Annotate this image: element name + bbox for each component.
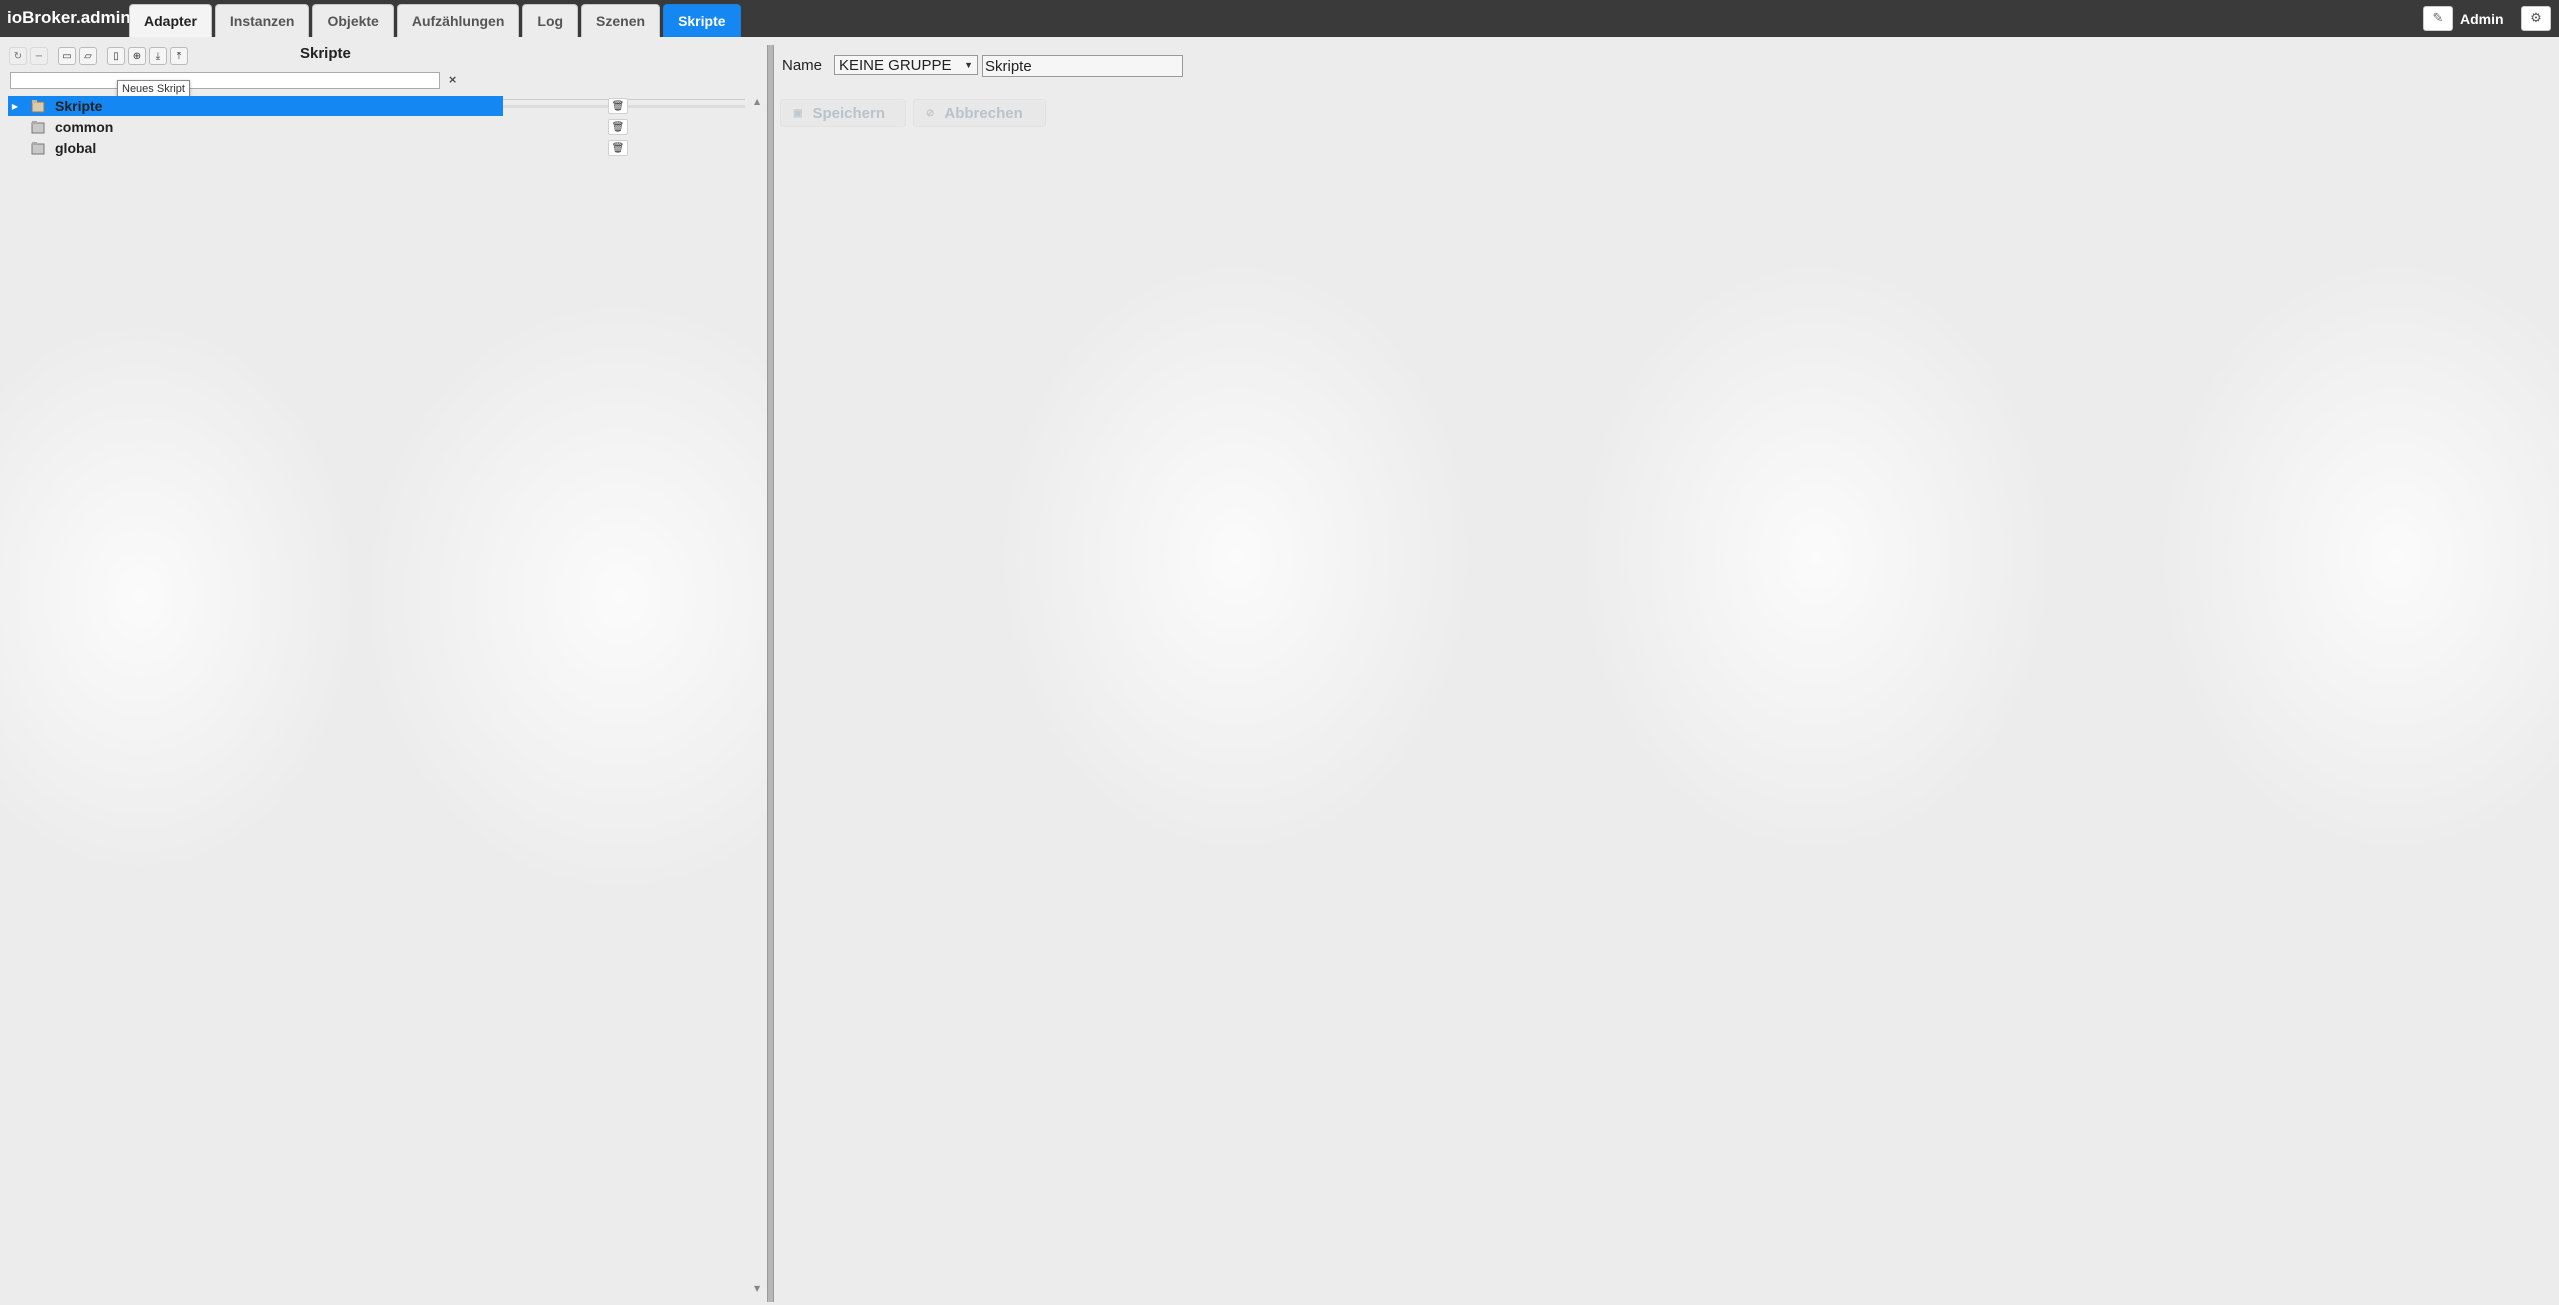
script-name-field[interactable]: Skripte — [982, 55, 1183, 77]
refresh-button[interactable]: ↻ — [9, 47, 27, 65]
save-icon: ▣ — [793, 107, 803, 119]
tree-row-common[interactable]: common 🗑 — [8, 117, 745, 137]
import-button[interactable]: ⤓ — [149, 47, 167, 65]
export-button[interactable]: ⤒ — [170, 47, 188, 65]
tab-szenen[interactable]: Szenen — [581, 4, 661, 37]
expand-arrow-icon[interactable]: ▶ — [8, 102, 22, 111]
add-circle-icon: ⊕ — [132, 50, 142, 62]
save-button[interactable]: ▣ Speichern — [780, 99, 906, 127]
edit-user-button[interactable]: ✎ — [2423, 6, 2453, 31]
tab-skripte[interactable]: Skripte — [663, 4, 741, 37]
tab-instanzen[interactable]: Instanzen — [214, 4, 310, 37]
clear-filter-button[interactable]: × — [448, 73, 457, 86]
group-select[interactable]: KEINE GRUPPE ▼ — [834, 55, 978, 75]
scroll-up-arrow-icon[interactable]: ▲ — [754, 97, 760, 106]
settings-button[interactable]: ⚙ — [2521, 6, 2551, 31]
name-label: Name — [782, 57, 823, 74]
new-script-icon: ▯ — [113, 50, 119, 62]
scroll-down-arrow-icon[interactable]: ▼ — [754, 1284, 760, 1293]
add-folder-button[interactable]: ⊕ — [128, 47, 146, 65]
folder-open-icon: ▱ — [84, 50, 92, 62]
folder-icon — [31, 120, 45, 134]
tree-row-global[interactable]: global 🗑 — [8, 138, 745, 158]
gear-icon: ⚙ — [2530, 11, 2542, 26]
import-icon: ⤓ — [155, 50, 161, 62]
group-select-value: KEINE GRUPPE — [839, 56, 952, 74]
tree-toolbar: ↻ − ▭ ▱ ▯ ⊕ ⤓ ⤒ — [9, 47, 188, 65]
collapse-icon: − — [34, 50, 44, 62]
refresh-icon: ↻ — [13, 50, 23, 62]
chevron-down-icon: ▼ — [964, 60, 973, 70]
trash-icon: 🗑 — [611, 142, 625, 154]
script-editor-panel: Name KEINE GRUPPE ▼ Skripte ▣ Speichern … — [776, 37, 2559, 1305]
top-bar: ioBroker.admin Adapter Instanzen Objekte… — [0, 0, 2559, 37]
folder-icon — [31, 99, 45, 113]
save-label: Speichern — [812, 104, 885, 122]
delete-button[interactable]: 🗑 — [608, 119, 628, 135]
cancel-button[interactable]: ⊘ Abbrechen — [913, 99, 1046, 127]
new-script-button[interactable]: ▯ — [107, 47, 125, 65]
folder-button[interactable]: ▭ — [58, 47, 76, 65]
export-icon: ⤒ — [176, 50, 182, 62]
filter-input[interactable] — [10, 72, 440, 89]
delete-button[interactable]: 🗑 — [608, 98, 628, 114]
tree-label: common — [55, 119, 114, 135]
scripts-tree-panel: ↻ − ▭ ▱ ▯ ⊕ ⤓ ⤒ Skripte × Neues Skript ▶… — [0, 37, 767, 1305]
panel-title: Skripte — [300, 45, 351, 62]
panel-splitter[interactable] — [767, 45, 774, 1302]
user-name: Admin — [2460, 11, 2504, 27]
trash-icon: 🗑 — [611, 100, 625, 112]
tab-objekte[interactable]: Objekte — [312, 4, 394, 37]
tree-row-skripte[interactable]: ▶ Skripte 🗑 — [8, 96, 745, 116]
app-title: ioBroker.admin — [7, 8, 131, 27]
trash-icon: 🗑 — [611, 121, 625, 133]
pencil-icon: ✎ — [2432, 11, 2444, 26]
tab-log[interactable]: Log — [522, 4, 579, 37]
folder-open-button[interactable]: ▱ — [79, 47, 97, 65]
tab-aufzaehlungen[interactable]: Aufzählungen — [396, 4, 520, 37]
tree-label: global — [55, 140, 97, 156]
cancel-icon: ⊘ — [926, 107, 935, 119]
folder-icon — [31, 141, 45, 155]
delete-button[interactable]: 🗑 — [608, 140, 628, 156]
folder-icon: ▭ — [62, 50, 72, 62]
collapse-button[interactable]: − — [30, 47, 48, 65]
tree-label: Skripte — [55, 98, 103, 114]
cancel-label: Abbrechen — [944, 104, 1023, 122]
main-tabs: Adapter Instanzen Objekte Aufzählungen L… — [129, 4, 744, 37]
tab-adapter[interactable]: Adapter — [129, 4, 212, 37]
